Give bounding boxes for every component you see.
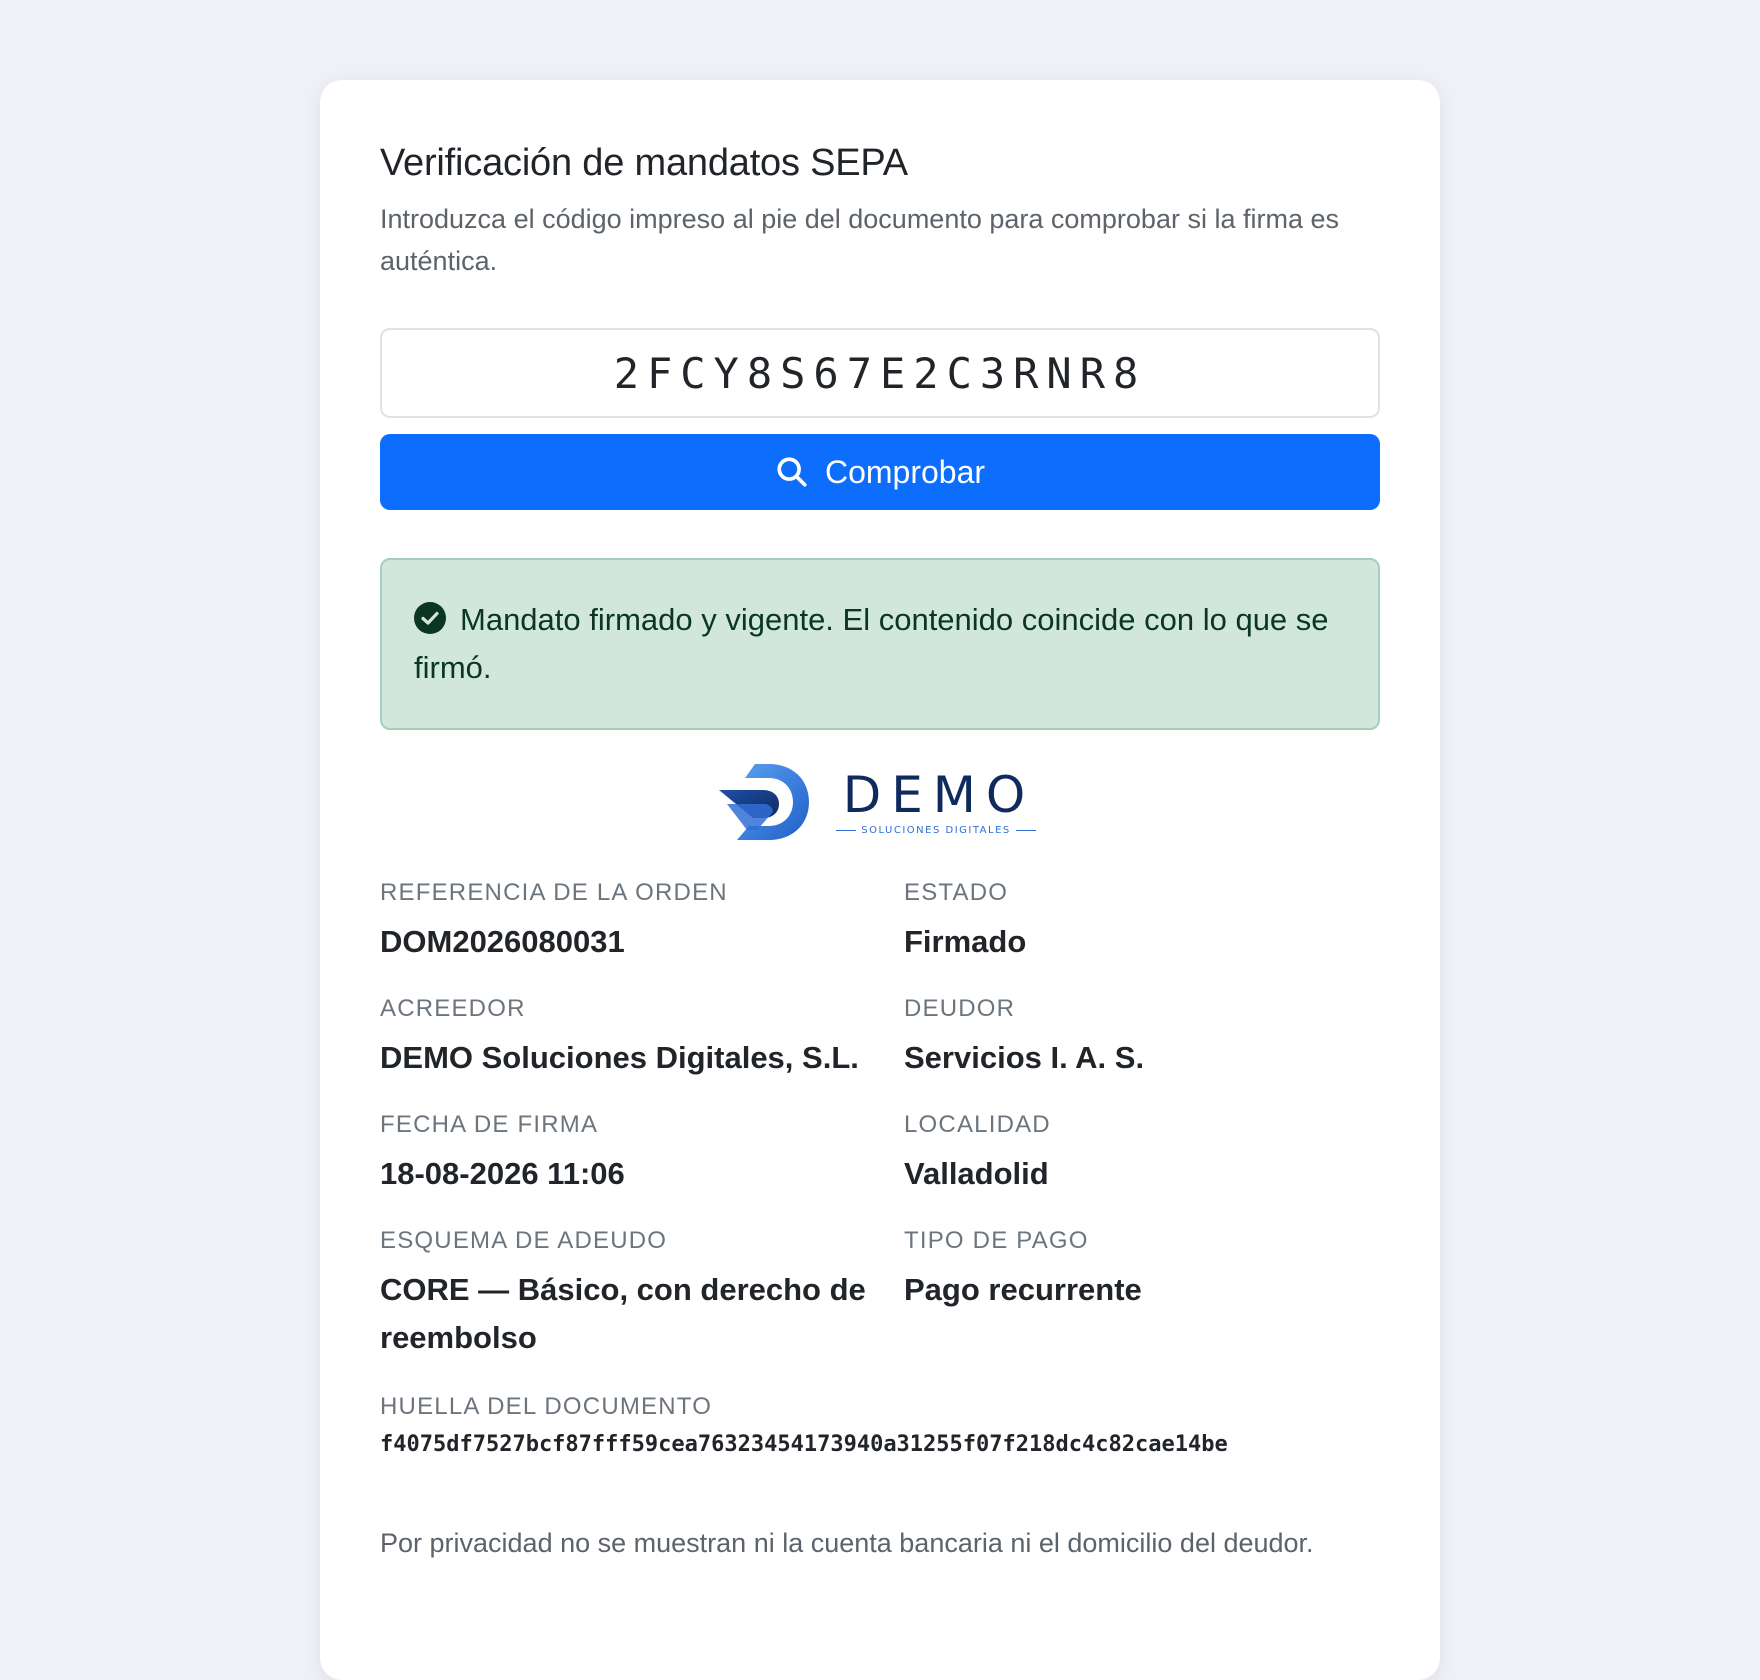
field-value: DOM2026080031: [380, 924, 625, 959]
check-circle-icon: [414, 602, 446, 634]
demo-logo-icon: [719, 764, 810, 840]
field-label: ACREEDOR: [380, 995, 526, 1022]
detail-payment-type: TIPO DE PAGO Pago recurrente: [904, 1226, 1380, 1362]
field-value: Servicios I. A. S.: [904, 1040, 1145, 1075]
company-logo: DEMO SOLUCIONES DIGITALES: [380, 764, 1380, 840]
document-fingerprint: HUELLA DEL DOCUMENTO f4075df7527bcf87fff…: [380, 1392, 1380, 1460]
detail-status: ESTADO Firmado: [904, 878, 1380, 966]
detail-locality: LOCALIDAD Valladolid: [904, 1110, 1380, 1198]
field-value: DEMO Soluciones Digitales, S.L.: [380, 1040, 859, 1075]
field-label: LOCALIDAD: [904, 1111, 1051, 1138]
field-label: TIPO DE PAGO: [904, 1227, 1089, 1254]
privacy-note: Por privacidad no se muestran ni la cuen…: [380, 1528, 1314, 1558]
detail-order-reference: REFERENCIA DE LA ORDEN DOM2026080031: [380, 878, 904, 966]
check-button[interactable]: Comprobar: [380, 434, 1380, 510]
field-label: FECHA DE FIRMA: [380, 1111, 599, 1138]
tagline-line-left: [836, 829, 857, 831]
logo-text: DEMO SOLUCIONES DIGITALES: [831, 769, 1041, 836]
detail-signature-date: FECHA DE FIRMA 18-08-2026 11:06: [380, 1110, 904, 1198]
field-label: ESQUEMA DE ADEUDO: [380, 1227, 668, 1254]
page-subtitle: Introduzca el código impreso al pie del …: [380, 204, 1339, 276]
field-label: ESTADO: [904, 879, 1009, 906]
fingerprint-value: f4075df7527bcf87fff59cea76323454173940a3…: [380, 1432, 1228, 1457]
logo-tagline: SOLUCIONES DIGITALES: [831, 825, 1041, 836]
mandate-details: REFERENCIA DE LA ORDEN DOM2026080031 EST…: [380, 878, 1380, 1362]
fingerprint-label: HUELLA DEL DOCUMENTO: [380, 1393, 713, 1420]
result-message: Mandato firmado y vigente. El contenido …: [414, 602, 1329, 685]
card-body: Verificación de mandatos SEPA Introduzca…: [380, 140, 1380, 1591]
page-title: Verificación de mandatos SEPA: [380, 142, 908, 184]
field-label: REFERENCIA DE LA ORDEN: [380, 879, 728, 906]
logo-tagline-text: SOLUCIONES DIGITALES: [861, 824, 1011, 836]
field-value: Firmado: [904, 924, 1027, 959]
detail-creditor: ACREEDOR DEMO Soluciones Digitales, S.L.: [380, 994, 904, 1082]
field-label: DEUDOR: [904, 995, 1016, 1022]
field-value: CORE — Básico, con derecho de reembolso: [380, 1272, 866, 1355]
detail-debit-scheme: ESQUEMA DE ADEUDO CORE — Básico, con der…: [380, 1226, 904, 1362]
verification-card: Verificación de mandatos SEPA Introduzca…: [320, 80, 1440, 1680]
verification-code-input[interactable]: [380, 328, 1380, 418]
search-icon: [777, 457, 807, 487]
detail-debtor: DEUDOR Servicios I. A. S.: [904, 994, 1380, 1082]
field-value: 18-08-2026 11:06: [380, 1156, 625, 1191]
field-value: Pago recurrente: [904, 1272, 1142, 1307]
check-button-label: Comprobar: [824, 453, 986, 490]
logo-word: DEMO: [842, 765, 1036, 824]
field-value: Valladolid: [904, 1156, 1049, 1191]
result-alert: Mandato firmado y vigente. El contenido …: [380, 558, 1380, 730]
tagline-line-right: [1015, 829, 1036, 831]
